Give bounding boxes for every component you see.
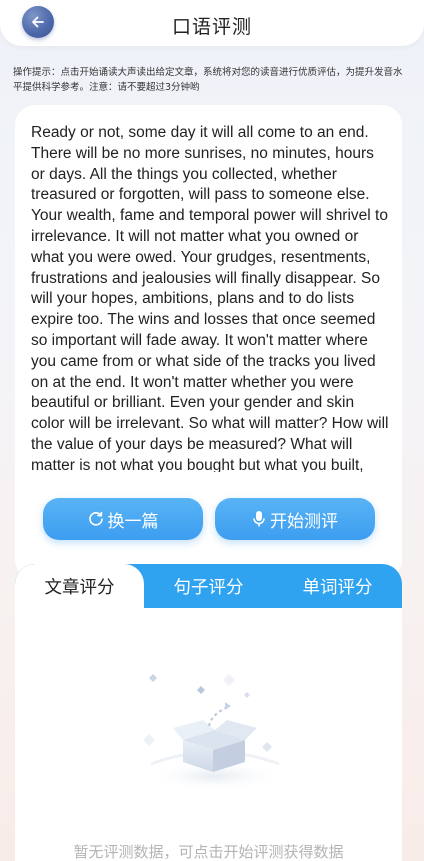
start-evaluation-label: 开始测评 — [270, 511, 338, 532]
change-article-button[interactable]: 换一篇 — [43, 498, 203, 540]
article-text: Ready or not, some day it will all come … — [31, 124, 389, 472]
empty-box-icon — [143, 674, 285, 792]
tab-article-score[interactable]: 文章评分 — [15, 564, 144, 608]
microphone-icon — [253, 511, 265, 527]
page-title: 口语评测 — [171, 16, 252, 38]
refresh-icon — [88, 511, 103, 526]
start-evaluation-button[interactable]: 开始测评 — [215, 498, 375, 540]
empty-state-text: 暂无评测数据，可点击开始评测获得数据 — [73, 843, 344, 861]
article-card: Ready or not, some day it will all come … — [15, 105, 402, 580]
operation-hint: 操作提示：点击开始诵读大声读出给定文章，系统将对您的读音进行优质评估，为提升发音… — [13, 67, 403, 93]
tab-word-score[interactable]: 单词评分 — [273, 564, 402, 608]
result-panel: 暂无评测数据，可点击开始评测获得数据 — [15, 608, 402, 861]
tab-sentence-score[interactable]: 句子评分 — [144, 564, 273, 608]
change-article-label: 换一篇 — [107, 511, 159, 532]
header: 口语评测 — [0, 0, 424, 46]
score-tabs: 文章评分 句子评分 单词评分 — [15, 564, 402, 608]
